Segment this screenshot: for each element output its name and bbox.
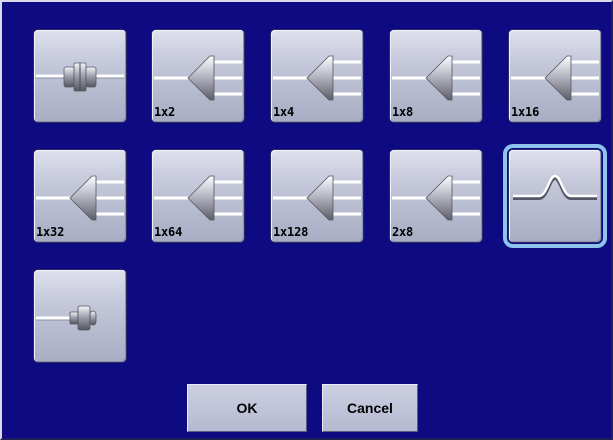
tile-splitter-1x64[interactable]: 1x64	[152, 150, 244, 242]
tile-label: 1x2	[154, 105, 176, 119]
tile-splitter-1x4[interactable]: 1x4	[271, 30, 363, 122]
cancel-button[interactable]: Cancel	[322, 384, 418, 432]
tile-label: 1x128	[273, 225, 309, 239]
tile-splitter-1x8[interactable]: 1x8	[390, 30, 482, 122]
terminator-icon	[36, 305, 97, 331]
ok-button[interactable]: OK	[187, 384, 307, 432]
tile-label: 1x16	[511, 105, 540, 119]
tile-label: 1x64	[154, 225, 183, 239]
tile-splitter-1x128[interactable]: 1x128	[271, 150, 363, 242]
tile-splitter-1x2[interactable]: 1x2	[152, 30, 244, 122]
tile-macrobend[interactable]	[503, 144, 607, 248]
element-picker-dialog: 1x2 1x4 1x8 1x16 1x32 1x64 1x128 2x8 OK …	[0, 0, 613, 440]
tile-splitter-1x16[interactable]: 1x16	[509, 30, 601, 122]
macrobend-icon	[513, 174, 597, 200]
tile-splitter-2x8[interactable]: 2x8	[390, 150, 482, 242]
tile-terminator[interactable]	[34, 270, 126, 362]
tile-splitter-1x32[interactable]: 1x32	[34, 150, 126, 242]
tile-label: 1x32	[36, 225, 65, 239]
tile-connector[interactable]	[34, 30, 126, 122]
tile-label: 1x4	[273, 105, 295, 119]
tile-label: 2x8	[392, 225, 414, 239]
tile-label: 1x8	[392, 105, 414, 119]
connector-icon	[36, 62, 124, 92]
